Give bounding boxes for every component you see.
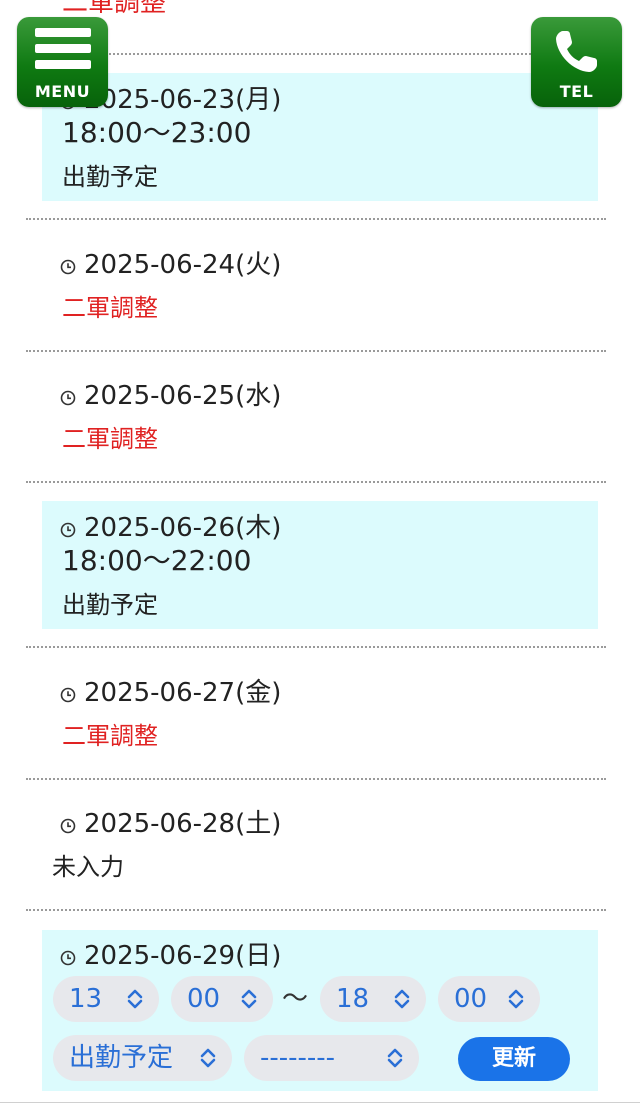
clock-icon xyxy=(60,522,76,538)
hamburger-icon xyxy=(34,28,91,69)
date-row: 2025-06-27(金) xyxy=(60,678,281,708)
date-text: 2025-06-27(金) xyxy=(84,678,282,708)
update-button[interactable]: 更新 xyxy=(458,1037,570,1081)
date-row: 2025-06-28(土) xyxy=(60,809,281,839)
date-text: 2025-06-23(月) xyxy=(84,85,282,115)
divider xyxy=(26,646,606,648)
menu-button[interactable]: MENU xyxy=(17,17,108,107)
menu-label: MENU xyxy=(34,82,91,101)
end-minute-value: 00 xyxy=(454,984,488,1014)
chevron-updown-icon xyxy=(241,989,257,1009)
end-hour-value: 18 xyxy=(336,984,370,1014)
clock-icon xyxy=(60,818,76,834)
chevron-updown-icon xyxy=(394,989,410,1009)
status-text: 二軍調整 xyxy=(62,0,167,18)
tel-label: TEL xyxy=(559,82,594,101)
status-text: 二軍調整 xyxy=(62,722,158,750)
clock-icon xyxy=(60,259,76,275)
divider xyxy=(26,909,606,911)
phone-icon xyxy=(555,31,597,72)
date-text: 2025-06-24(火) xyxy=(84,250,282,280)
time-separator: ～ xyxy=(282,984,309,1014)
clock-icon xyxy=(60,950,76,966)
date-text: 2025-06-26(木) xyxy=(84,513,282,543)
chevron-updown-icon xyxy=(508,989,524,1009)
end-hour-select[interactable]: 18 xyxy=(320,976,426,1022)
status-text: 二軍調整 xyxy=(62,294,158,322)
date-row: 2025-06-26(木) xyxy=(60,513,281,543)
time-text: 18:00～23:00 xyxy=(62,116,252,149)
status-select-value: 出勤予定 xyxy=(69,1043,174,1073)
status-text: 出勤予定 xyxy=(62,591,158,619)
divider xyxy=(0,1102,640,1103)
date-row: 2025-06-29(日) xyxy=(60,941,281,971)
divider xyxy=(26,350,606,352)
date-text: 2025-06-25(水) xyxy=(84,381,282,411)
clock-icon xyxy=(60,687,76,703)
date-text: 2025-06-28(土) xyxy=(84,809,282,839)
status-text: 出勤予定 xyxy=(62,163,158,191)
schedule-page: 二軍調整 2025-06-23(月) 18:00～23:00 出勤予定 2025… xyxy=(0,0,640,1105)
status-select[interactable]: 出勤予定 xyxy=(53,1035,232,1081)
divider xyxy=(26,481,606,483)
start-hour-select[interactable]: 13 xyxy=(53,976,159,1022)
time-text: 18:00～22:00 xyxy=(62,544,252,577)
chevron-updown-icon xyxy=(127,989,143,1009)
date-row: 2025-06-24(火) xyxy=(60,250,281,280)
divider xyxy=(26,218,606,220)
status-text: 二軍調整 xyxy=(62,425,158,453)
clock-icon xyxy=(60,390,76,406)
status-text: 未入力 xyxy=(52,853,124,881)
date-row: 2025-06-25(水) xyxy=(60,381,281,411)
end-minute-select[interactable]: 00 xyxy=(438,976,540,1022)
sub-select[interactable]: -------- xyxy=(244,1035,419,1081)
divider xyxy=(26,53,606,55)
start-hour-value: 13 xyxy=(69,984,103,1014)
sub-select-value: -------- xyxy=(260,1043,336,1073)
start-minute-value: 00 xyxy=(187,984,221,1014)
chevron-updown-icon xyxy=(200,1048,216,1068)
date-text: 2025-06-29(日) xyxy=(84,941,282,971)
start-minute-select[interactable]: 00 xyxy=(171,976,273,1022)
tel-button[interactable]: TEL xyxy=(531,17,622,107)
chevron-updown-icon xyxy=(387,1048,403,1068)
divider xyxy=(26,778,606,780)
